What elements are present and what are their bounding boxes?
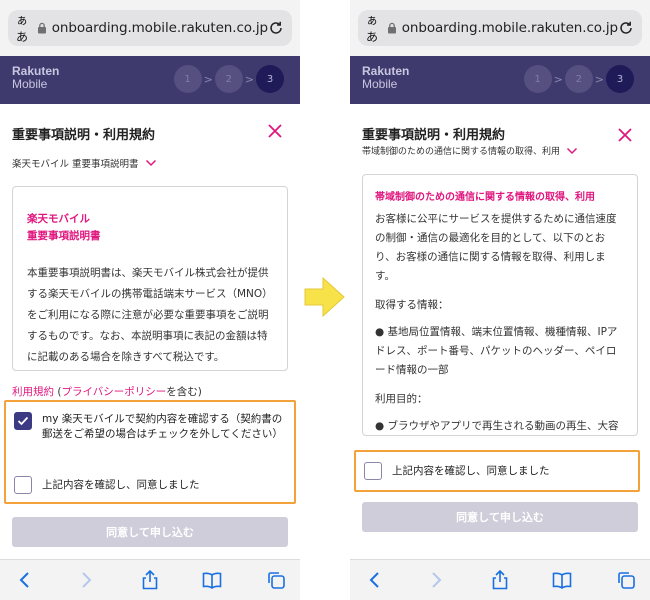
terms-links: 利用規約 (プライバシーポリシーを含む) — [12, 384, 202, 399]
purpose-heading: 利用目的： — [375, 393, 428, 405]
step-separator: > — [594, 72, 604, 86]
links-suffix: を含む) — [166, 386, 202, 398]
close-icon[interactable] — [616, 126, 634, 144]
agree-checkbox-label: 上記内容を確認し、同意しました — [392, 465, 550, 477]
step-separator: > — [244, 72, 254, 86]
url-text: onboarding.mobile.rakuten.co.jp — [51, 20, 268, 36]
rakuten-mobile-logo[interactable]: Rakuten Mobile — [362, 65, 409, 91]
submit-button[interactable]: 同意して申し込む — [362, 502, 638, 532]
step-separator: > — [203, 72, 213, 86]
share-icon[interactable] — [140, 570, 160, 590]
document-title-line1: 楽天モバイル — [27, 213, 90, 225]
site-header: Rakuten Mobile 1 > 2 > 3 — [350, 56, 650, 104]
modal-title: 重要事項説明・利用規約 — [12, 128, 156, 143]
document-title: 帯域制御のための通信に関する情報の取得、利用 — [375, 192, 595, 203]
reader-aa-button[interactable]: ぁあ — [16, 11, 37, 45]
agree-checkbox[interactable] — [364, 462, 382, 480]
step-2: 2 — [564, 65, 593, 93]
modal-title: 重要事項説明・利用規約 — [362, 128, 506, 143]
url-field[interactable]: ぁあ onboarding.mobile.rakuten.co.jp — [8, 10, 292, 46]
browser-toolbar — [0, 559, 300, 600]
privacy-policy-link[interactable]: プライバシーポリシー — [61, 386, 166, 398]
document-body: お客様に公平にサービスを提供するために通信速度の制御・通信の最適化を目的として、… — [375, 213, 617, 282]
browser-address-bar: ぁあ onboarding.mobile.rakuten.co.jp — [0, 0, 300, 56]
document-selector[interactable]: 帯域制御のための通信に関する情報の取得、利用 — [362, 144, 578, 157]
acquire-heading: 取得する情報： — [375, 299, 449, 311]
book-icon[interactable] — [202, 570, 222, 590]
chevron-down-icon — [566, 147, 578, 154]
consent-checkbox-group: 上記内容を確認し、同意しました — [354, 450, 640, 492]
document-selector-label: 帯域制御のための通信に関する情報の取得、利用 — [362, 147, 561, 157]
terms-modal: 重要事項説明・利用規約 帯域制御のための通信に関する情報の取得、利用 帯域制御の… — [350, 104, 650, 559]
arrow-right-icon — [300, 272, 350, 322]
document-scroll-area[interactable]: 楽天モバイル 重要事項説明書 本重要事項説明書は、楽天モバイル株式会社が提供する… — [12, 186, 288, 371]
mail-contract-checkbox[interactable] — [14, 412, 32, 430]
terms-modal: 重要事項説明・利用規約 楽天モバイル 重要事項説明書 楽天モバイル 重要事項説明… — [0, 104, 300, 559]
check-icon — [17, 416, 29, 426]
right-screen: ぁあ onboarding.mobile.rakuten.co.jp Rakut… — [350, 0, 650, 600]
reload-icon[interactable] — [618, 19, 634, 37]
document-selector-label: 楽天モバイル 重要事項説明書 — [12, 159, 139, 170]
left-screen: ぁあ onboarding.mobile.rakuten.co.jp Rakut… — [0, 0, 300, 600]
reader-aa-button[interactable]: ぁあ — [366, 11, 387, 45]
step-1: 1 — [523, 65, 552, 93]
rakuten-mobile-logo[interactable]: Rakuten Mobile — [12, 65, 59, 91]
forward-icon[interactable] — [77, 570, 97, 590]
logo-line2: Mobile — [12, 77, 48, 91]
tabs-icon[interactable] — [266, 570, 286, 590]
step-2: 2 — [214, 65, 243, 93]
step-indicator: 1 > 2 > 3 — [173, 65, 284, 93]
step-indicator: 1 > 2 > 3 — [523, 65, 634, 93]
browser-toolbar — [350, 559, 650, 600]
step-separator: > — [553, 72, 563, 86]
back-icon[interactable] — [14, 570, 34, 590]
agree-checkbox-label: 上記内容を確認し、同意しました — [42, 479, 200, 491]
acquire-item: ● 基地局位置情報、端末位置情報、機種情報、IPアドレス、ポート番号、パケットの… — [375, 326, 618, 376]
document-body: 本重要事項説明書は、楽天モバイル株式会社が提供する楽天モバイルの携帯電話端末サー… — [27, 267, 273, 363]
close-icon[interactable] — [266, 122, 284, 140]
step-3-active: 3 — [606, 65, 634, 93]
terms-link[interactable]: 利用規約 — [12, 386, 54, 398]
mail-contract-checkbox-label: my 楽天モバイルで契約内容を確認する（契約書の郵送をご希望の場合はチェックを外… — [42, 413, 283, 440]
step-1: 1 — [173, 65, 202, 93]
lock-icon — [37, 21, 48, 35]
reload-icon[interactable] — [268, 19, 284, 37]
document-selector[interactable]: 楽天モバイル 重要事項説明書 — [12, 156, 157, 170]
step-3-active: 3 — [256, 65, 284, 93]
forward-icon[interactable] — [427, 570, 447, 590]
url-field[interactable]: ぁあ onboarding.mobile.rakuten.co.jp — [358, 10, 642, 46]
logo-line2: Mobile — [362, 77, 398, 91]
document-title-line2: 重要事項説明書 — [27, 230, 101, 242]
agree-checkbox-row[interactable]: 上記内容を確認し、同意しました — [364, 462, 624, 480]
site-header: Rakuten Mobile 1 > 2 > 3 — [0, 56, 300, 104]
submit-button[interactable]: 同意して申し込む — [12, 517, 288, 547]
url-text: onboarding.mobile.rakuten.co.jp — [401, 20, 618, 36]
agree-checkbox-row[interactable]: 上記内容を確認し、同意しました — [14, 476, 284, 494]
back-icon[interactable] — [364, 570, 384, 590]
agree-checkbox[interactable] — [14, 476, 32, 494]
lock-icon — [387, 21, 398, 35]
purpose-item: ● ブラウザやアプリで再生される動画の再生、大容量ファイルのダウンロード等大容量… — [375, 420, 619, 432]
book-icon[interactable] — [552, 570, 572, 590]
document-scroll-area[interactable]: 帯域制御のための通信に関する情報の取得、利用 お客様に公平にサービスを提供するた… — [362, 174, 638, 436]
share-icon[interactable] — [490, 570, 510, 590]
mail-contract-checkbox-row[interactable]: my 楽天モバイルで契約内容を確認する（契約書の郵送をご希望の場合はチェックを外… — [14, 412, 284, 442]
browser-address-bar: ぁあ onboarding.mobile.rakuten.co.jp — [350, 0, 650, 56]
consent-checkbox-group: my 楽天モバイルで契約内容を確認する（契約書の郵送をご希望の場合はチェックを外… — [4, 400, 296, 504]
tabs-icon[interactable] — [616, 570, 636, 590]
chevron-down-icon — [145, 159, 156, 167]
